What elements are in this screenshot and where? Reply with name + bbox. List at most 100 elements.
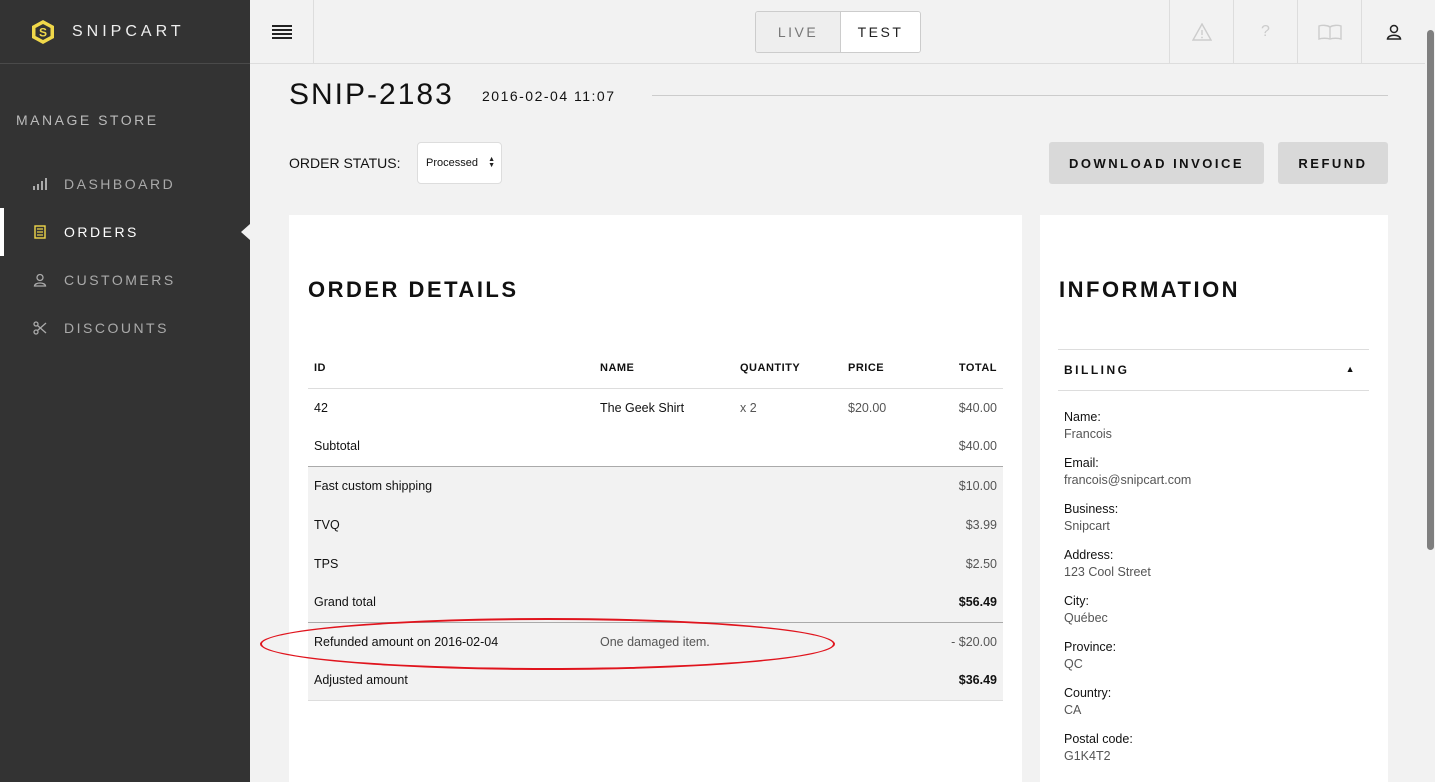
billing-field-label: City:	[1064, 594, 1089, 608]
sidebar-nav: DASHBOARD ORDERS CUSTOMERS DISCOUNTS	[0, 160, 250, 352]
billing-field-value: QC	[1064, 657, 1083, 671]
shipping-label: Fast custom shipping	[308, 465, 922, 505]
tvq-row: TVQ $3.99	[308, 505, 1003, 544]
billing-field-value: Québec	[1064, 611, 1108, 625]
top-bar: LIVE TEST ?	[250, 0, 1425, 64]
order-status-select[interactable]: Processed ▲ ▼	[417, 142, 502, 184]
order-number: SNIP-2183	[289, 78, 454, 111]
billing-info-list: Name: Francois Email: francois@snipcart.…	[1064, 410, 1191, 778]
item-name: The Geek Shirt	[600, 400, 685, 415]
information-title: INFORMATION	[1059, 277, 1241, 302]
list-item: City: Québec	[1064, 594, 1191, 640]
billing-field-label: Address:	[1064, 548, 1114, 562]
tps-value: $2.50	[922, 544, 1003, 583]
column-header-name: NAME	[594, 348, 734, 389]
sidebar: S SNIPCART MANAGE STORE DASHBOARD ORDERS…	[0, 0, 250, 782]
page-scrollbar[interactable]	[1425, 0, 1435, 782]
environment-toggle: LIVE TEST	[755, 11, 921, 53]
billing-field-value: Snipcart	[1064, 519, 1110, 533]
item-quantity: x 2	[740, 400, 757, 415]
column-header-price: PRICE	[842, 348, 922, 389]
billing-field-label: Country:	[1064, 686, 1112, 700]
billing-section-toggle[interactable]: BILLING ▲	[1058, 349, 1369, 391]
sidebar-item-dashboard[interactable]: DASHBOARD	[0, 160, 250, 208]
billing-title: BILLING	[1064, 363, 1130, 377]
brand-name: SNIPCART	[72, 22, 185, 40]
sidebar-item-label: ORDERS	[64, 224, 139, 240]
book-icon	[1317, 24, 1342, 40]
header-divider	[652, 95, 1388, 96]
list-item: Postal code: G1K4T2	[1064, 732, 1191, 778]
billing-field-value: G1K4T2	[1064, 749, 1111, 763]
tps-label: TPS	[308, 544, 922, 583]
billing-field-label: Name:	[1064, 410, 1101, 424]
help-button[interactable]: ?	[1233, 0, 1297, 64]
sidebar-item-orders[interactable]: ORDERS	[0, 208, 250, 256]
billing-field-value: Francois	[1064, 427, 1112, 441]
bar-chart-icon	[32, 176, 48, 192]
billing-field-value: 123 Cool Street	[1064, 565, 1151, 579]
billing-field-value: CA	[1064, 703, 1082, 717]
order-details-panel: ORDER DETAILS ID NAME QUANTITY PRICE TOT…	[289, 215, 1022, 782]
sidebar-item-label: DISCOUNTS	[64, 320, 169, 336]
billing-field-label: Postal code:	[1064, 732, 1133, 746]
list-item: Province: QC	[1064, 640, 1191, 686]
adjusted-amount-value: $36.49	[922, 661, 1003, 701]
shipping-row: Fast custom shipping $10.00	[308, 465, 1003, 505]
warning-button[interactable]	[1169, 0, 1233, 64]
brand[interactable]: S SNIPCART	[0, 0, 250, 64]
hamburger-icon	[271, 25, 292, 39]
sidebar-item-discounts[interactable]: DISCOUNTS	[0, 304, 250, 352]
item-total: $40.00	[958, 400, 997, 415]
column-header-id: ID	[308, 348, 594, 389]
column-header-quantity: QUANTITY	[734, 348, 842, 389]
item-id: 42	[314, 400, 328, 415]
docs-button[interactable]	[1297, 0, 1361, 64]
item-price: $20.00	[848, 400, 887, 415]
sidebar-item-label: CUSTOMERS	[64, 272, 176, 288]
order-details-title: ORDER DETAILS	[308, 277, 519, 302]
env-live-button[interactable]: LIVE	[756, 12, 840, 52]
sidebar-item-customers[interactable]: CUSTOMERS	[0, 256, 250, 304]
information-panel: INFORMATION BILLING ▲ Name: Francois Ema…	[1040, 215, 1388, 782]
tvq-label: TVQ	[308, 505, 922, 544]
sidebar-section-title: MANAGE STORE	[16, 112, 159, 128]
caret-up-icon: ▲	[1345, 364, 1357, 374]
refund-value: - $20.00	[922, 621, 1003, 661]
refund-button[interactable]: REFUND	[1278, 142, 1388, 184]
download-invoice-button[interactable]: DOWNLOAD INVOICE	[1049, 142, 1264, 184]
svg-text:S: S	[39, 25, 47, 39]
column-header-total: TOTAL	[922, 348, 1003, 389]
warning-icon	[1191, 23, 1212, 41]
list-item: Email: francois@snipcart.com	[1064, 456, 1191, 502]
top-icons: ?	[1169, 0, 1425, 64]
subtotal-row: Subtotal $40.00	[308, 427, 1003, 466]
grand-total-value: $56.49	[922, 583, 1003, 622]
billing-field-value: francois@snipcart.com	[1064, 473, 1192, 487]
help-icon: ?	[1261, 23, 1270, 40]
shipping-value: $10.00	[922, 465, 1003, 505]
order-status-value: Processed	[426, 157, 478, 169]
menu-button[interactable]	[250, 0, 314, 64]
billing-field-label: Email:	[1064, 456, 1099, 470]
account-button[interactable]	[1361, 0, 1425, 64]
scrollbar-thumb[interactable]	[1427, 30, 1434, 550]
list-item: Name: Francois	[1064, 410, 1191, 456]
sidebar-item-label: DASHBOARD	[64, 176, 176, 192]
grand-total-row: Grand total $56.49	[308, 583, 1003, 622]
snipcart-logo-icon: S	[32, 19, 54, 44]
list-item: Address: 123 Cool Street	[1064, 548, 1191, 594]
billing-field-label: Province:	[1064, 640, 1117, 654]
scissors-icon	[32, 320, 48, 336]
tps-row: TPS $2.50	[308, 544, 1003, 583]
table-row: 42 The Geek Shirt x 2 $20.00 $40.00	[308, 388, 1003, 427]
refund-highlight-annotation	[260, 618, 835, 670]
env-test-button[interactable]: TEST	[840, 12, 920, 52]
order-status-label: ORDER STATUS:	[289, 155, 401, 171]
user-icon	[1386, 24, 1401, 40]
order-date: 2016-02-04 11:07	[482, 88, 616, 104]
grand-total-label: Grand total	[308, 583, 922, 622]
select-arrows-icon: ▲ ▼	[488, 156, 495, 169]
user-icon	[32, 272, 48, 288]
table-header-row: ID NAME QUANTITY PRICE TOTAL	[308, 348, 1003, 389]
